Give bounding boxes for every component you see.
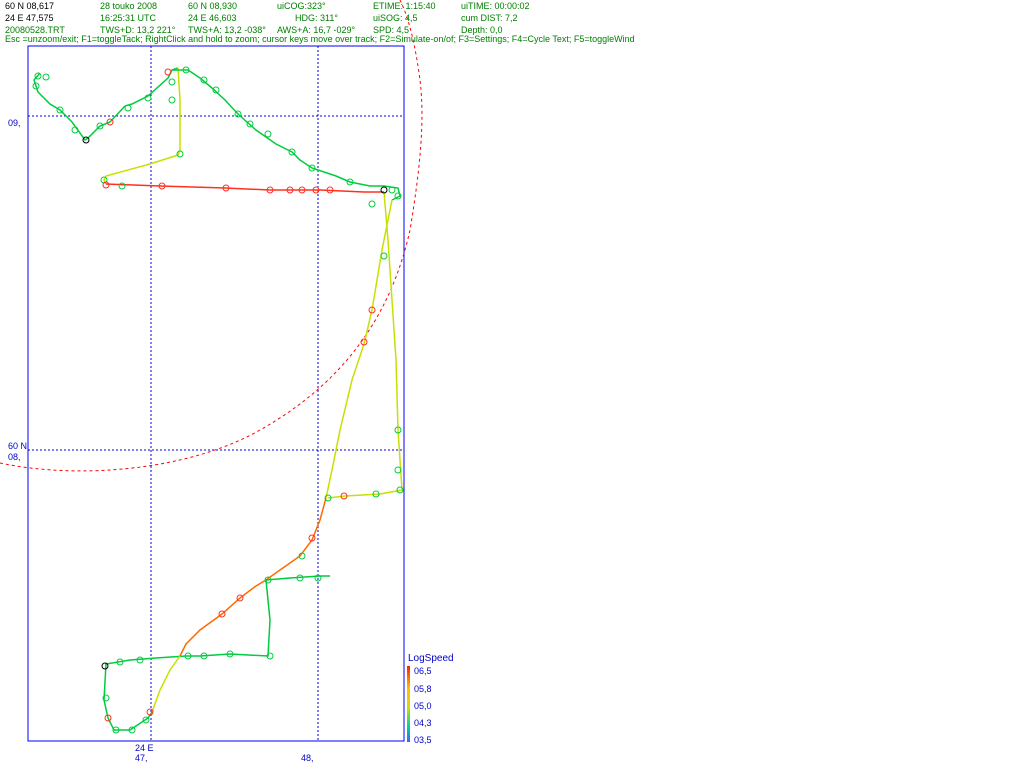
legend-tick: 06,5: [414, 666, 432, 676]
lon-label-48: 48,: [301, 753, 314, 763]
legend-title: LogSpeed: [408, 653, 454, 664]
lat-label-09: 09,: [8, 118, 21, 128]
lon-label-24e: 24 E: [135, 743, 154, 753]
lon-label-47: 47,: [135, 753, 148, 763]
track-line: [33, 67, 403, 731]
range-circle: [0, 0, 423, 472]
legend-tick: 05,8: [414, 684, 432, 694]
legend-tick: 03,5: [414, 735, 432, 745]
map-frame: [27, 45, 405, 742]
legend-tick: 05,0: [414, 701, 432, 711]
legend-tick: 04,3: [414, 718, 432, 728]
lat-label-60n: 60 N: [8, 441, 28, 451]
track-map[interactable]: [0, 0, 1024, 768]
logspeed-colorbar: [407, 666, 410, 742]
lat-label-08: 08,: [8, 452, 21, 462]
